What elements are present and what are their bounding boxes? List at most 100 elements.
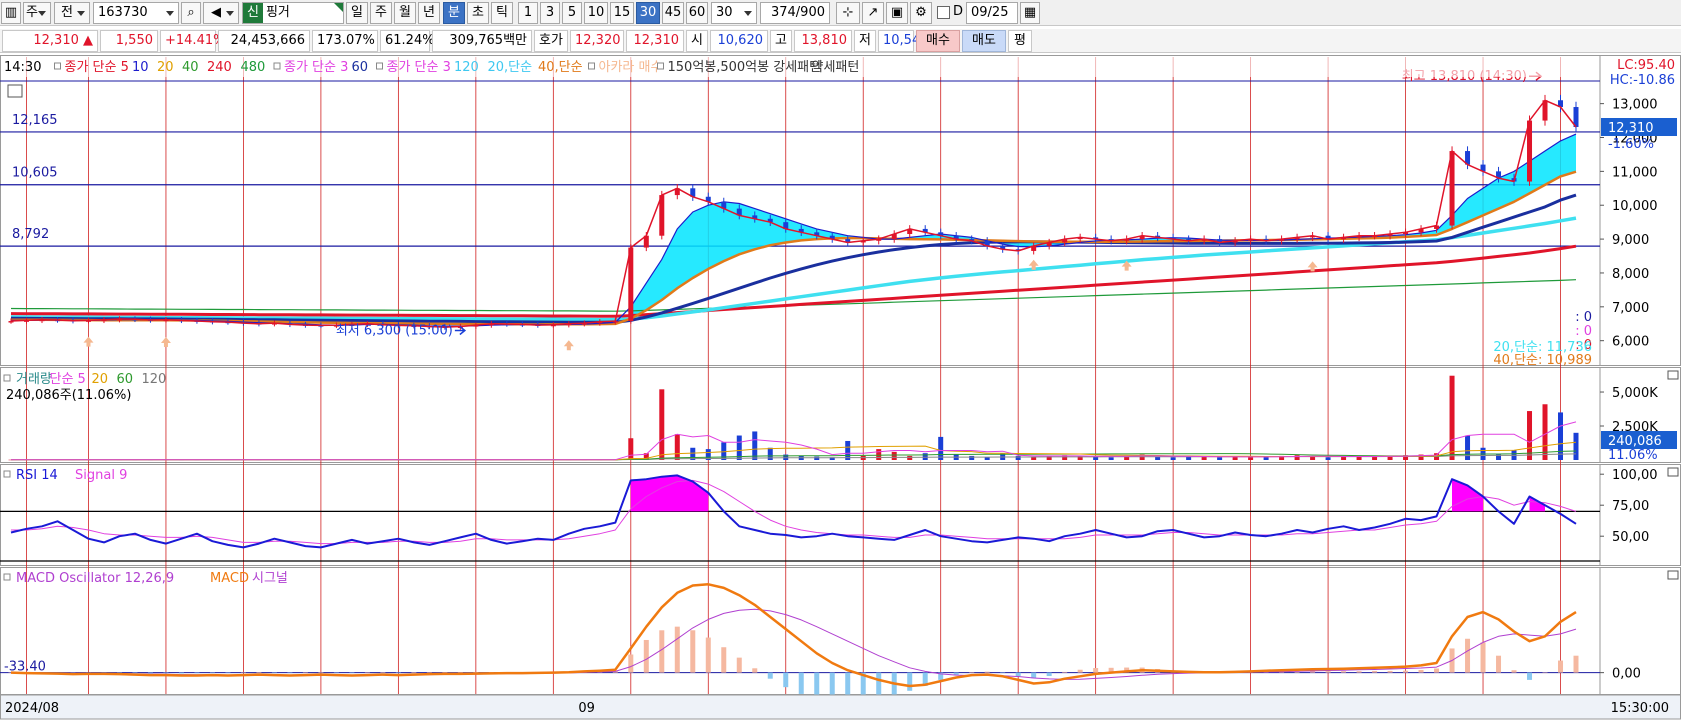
new-badge: 신 [243,3,263,23]
volume-bar [1325,457,1331,460]
price-legend-item: 종가 단순 3 [387,60,451,75]
volume-legend-item: 60 [117,372,134,387]
macd-oscillator-bar [240,672,246,674]
price-legend-item: 약세패턴 [812,60,860,75]
search-icon[interactable]: ⌕ [181,2,201,24]
macd-oscillator-bar [1496,655,1502,673]
price-tick-label: 9,000 [1612,233,1649,248]
save-icon[interactable]: ▣ [886,2,908,24]
interval-3[interactable]: 3 [540,2,560,24]
interval-select[interactable]: 30 [711,2,757,24]
macd-oscillator-bar [132,672,138,674]
stock-name: 핑거 [265,5,290,20]
price-legend-item: 60 [352,60,369,75]
macd-oscillator-bar [1093,668,1099,673]
macd-legend-item: MACD Oscillator 12,26,9 [16,571,174,586]
stock-code-input[interactable]: 163730 [93,2,179,24]
macd-oscillator-bar [1341,671,1347,673]
gear-icon[interactable]: ⚙ [910,2,932,24]
volume-bar [1465,435,1471,460]
price-tick-label: 11,000 [1612,165,1658,180]
high-label: 고 [770,30,792,52]
price-legend-item: 종가 단순 5 [65,60,129,75]
stock-chart[interactable]: 12,16510,6058,792최고 13,810 (14:30)최저 6,3… [0,55,1681,722]
price-legend-item: 아카라 매수 [599,60,663,75]
price-legend-item: 480 [241,60,266,75]
sell-button[interactable]: 매도 [962,30,1006,52]
volume-bar [922,453,928,460]
period-second[interactable]: 초 [467,2,489,24]
volume-bar [938,436,944,460]
volume: 24,453,666 [218,30,310,52]
stock-name-field[interactable]: 신 핑거 [242,2,344,24]
draw-tool-icon[interactable]: ↗ [862,2,884,24]
layout-icon[interactable]: ▥ [1,2,21,24]
macd-oscillator-bar [767,672,773,679]
legend-marker [273,62,281,70]
price-tick-label: 8,000 [1612,267,1649,282]
period-mode-select[interactable]: 주 [23,2,51,24]
period-month[interactable]: 월 [394,2,416,24]
macd-oscillator-bar [876,672,882,697]
macd-oscillator-bar [302,672,308,674]
macd-oscillator-bar [287,672,293,674]
macd-oscillator-bar [1403,670,1409,673]
speaker-icon[interactable]: ◀ [203,2,239,24]
low-annotation: 최저 6,300 (15:00) [336,324,453,339]
macd-oscillator-bar [457,672,463,673]
price-legend-item: 20 [157,60,174,75]
volume-panel [0,367,1681,463]
low-label: 저 [854,30,876,52]
interval-15[interactable]: 15 [610,2,634,24]
price-change-pct: +14.41% [160,30,225,52]
macd-oscillator-bar [783,672,789,688]
macd-oscillator-bar [1356,671,1362,673]
macd-oscillator-bar [1000,672,1006,674]
eval-button[interactable]: 평 [1008,30,1032,52]
price-legend-item: 150억봉,500억봉 강세패턴 [668,60,822,75]
macd-oscillator-bar [333,672,339,674]
macd-oscillator-bar [798,672,804,694]
current-volume-pct: 11.06% [1608,448,1658,463]
period-day[interactable]: 일 [346,2,368,24]
macd-legend-item: MACD [210,571,249,586]
macd-oscillator-bar [984,671,990,673]
rsi-collapse-icon [1667,467,1679,477]
price-legend-item: 종가 단순 3 [284,60,348,75]
date-checkbox[interactable] [937,6,950,19]
macd-oscillator-bar [271,672,277,674]
rsi-tick-label: 100,00 [1612,468,1658,483]
prev-select[interactable]: 전 [54,2,90,24]
period-week[interactable]: 주 [370,2,392,24]
time-readout-label: 15:30:00 [1611,701,1669,716]
volume-bar [1558,412,1564,460]
period-tick[interactable]: 틱 [491,2,513,24]
rsi-legend-item: Signal 9 [75,468,127,483]
interval-60[interactable]: 60 [686,2,708,24]
period-year[interactable]: 년 [418,2,440,24]
date-input[interactable]: 09/25 [966,2,1018,24]
buy-button[interactable]: 매수 [916,30,960,52]
page-count-field[interactable]: 374/900 [760,2,830,24]
crosshair-icon[interactable]: ⊹ [836,2,860,24]
interval-30[interactable]: 30 [636,2,660,24]
macd-oscillator-bar [163,672,169,674]
volume-ratio: 173.07% [312,30,378,52]
interval-45[interactable]: 45 [662,2,684,24]
interval-10[interactable]: 10 [584,2,608,24]
macd-oscillator-bar [318,672,324,673]
period-minute[interactable]: 분 [443,2,465,24]
date-checkbox-label: D [953,4,964,19]
calendar-icon[interactable]: ▦ [1020,2,1040,24]
hc-label: HC:-10.86 [1610,73,1675,88]
price-legend-item: 10 [132,60,149,75]
interval-1[interactable]: 1 [518,2,538,24]
low-price: 10,540 [878,30,929,52]
rsi-panel [0,464,1681,566]
macd-oscillator-bar [628,654,634,673]
volume-legend-item: 단순 5 [50,372,86,387]
interval-5[interactable]: 5 [562,2,582,24]
open-label: 시 [686,30,708,52]
macd-oscillator-bar [705,637,711,673]
price-change: 1,550 [100,30,158,52]
